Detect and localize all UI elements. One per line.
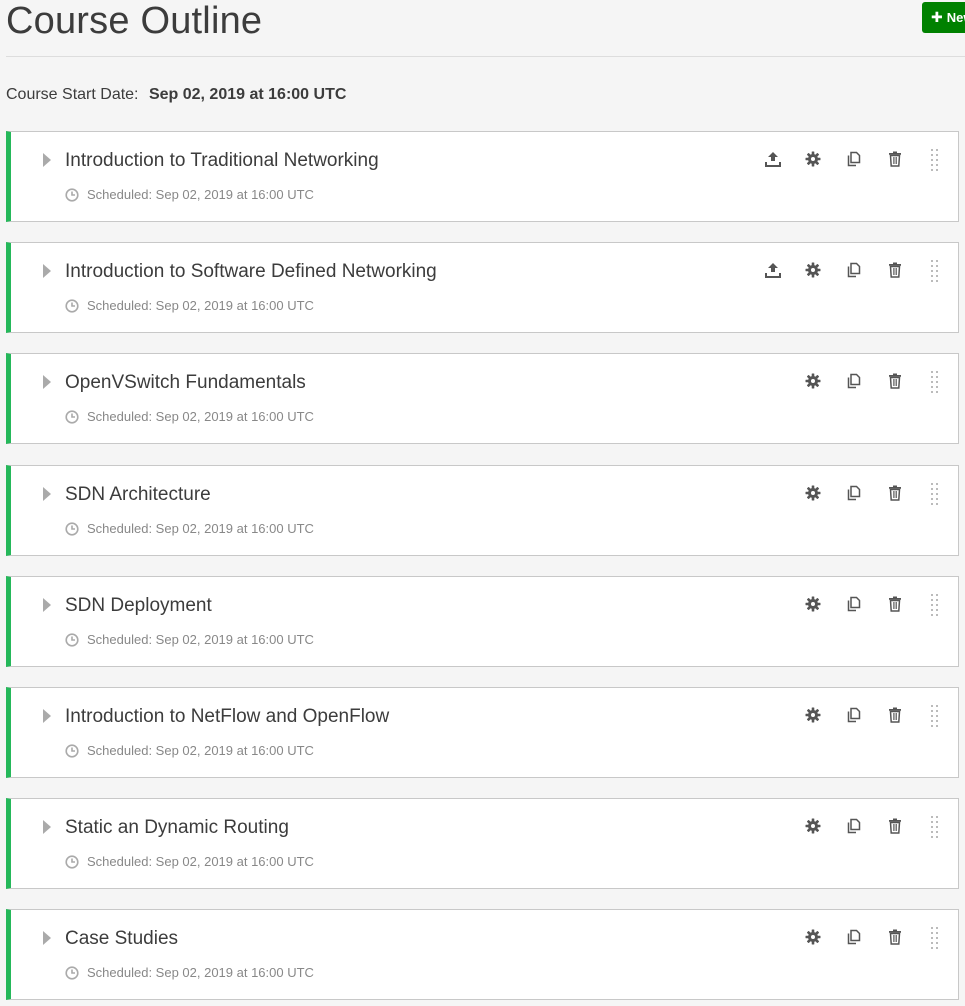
section-schedule: Scheduled: Sep 02, 2019 at 16:00 UTC (65, 742, 314, 760)
gear-icon[interactable] (804, 928, 822, 946)
schedule-text: Scheduled: Sep 02, 2019 at 16:00 UTC (87, 743, 314, 758)
section-actions (5, 815, 958, 839)
copy-icon[interactable] (845, 817, 863, 835)
copy-icon[interactable] (845, 595, 863, 613)
copy-icon[interactable] (845, 484, 863, 502)
section-schedule: Scheduled: Sep 02, 2019 at 16:00 UTC (65, 631, 314, 649)
gear-icon[interactable] (804, 150, 822, 168)
trash-icon[interactable] (886, 706, 904, 724)
trash-icon[interactable] (886, 595, 904, 613)
trash-icon[interactable] (886, 150, 904, 168)
section-schedule: Scheduled: Sep 02, 2019 at 16:00 UTC (65, 408, 314, 426)
section-card: Case Studies Scheduled: Sep 02, 2019 at 1… (6, 909, 959, 1000)
header-divider (6, 56, 965, 57)
section-card: Introduction to Software Defined Network… (6, 242, 959, 333)
start-date-label: Course Start Date: (6, 86, 139, 103)
course-outline-page: Course Outline ✚ New Course Start Date: … (0, 0, 965, 1006)
new-button-label: New (946, 10, 965, 25)
clock-icon (65, 410, 79, 424)
upload-icon[interactable] (764, 261, 782, 279)
section-card: OpenVSwitch Fundamentals Scheduled: Sep 0… (6, 353, 959, 444)
drag-handle-icon[interactable] (930, 704, 940, 728)
copy-icon[interactable] (845, 928, 863, 946)
clock-icon (65, 188, 79, 202)
copy-icon[interactable] (845, 706, 863, 724)
section-schedule: Scheduled: Sep 02, 2019 at 16:00 UTC (65, 186, 314, 204)
section-card: SDN Architecture Scheduled: Sep 02, 2019 … (6, 465, 959, 556)
schedule-text: Scheduled: Sep 02, 2019 at 16:00 UTC (87, 854, 314, 869)
drag-handle-icon[interactable] (930, 148, 940, 172)
clock-icon (65, 522, 79, 536)
gear-icon[interactable] (804, 372, 822, 390)
section-schedule: Scheduled: Sep 02, 2019 at 16:00 UTC (65, 853, 314, 871)
drag-handle-icon[interactable] (930, 926, 940, 950)
clock-icon (65, 855, 79, 869)
schedule-text: Scheduled: Sep 02, 2019 at 16:00 UTC (87, 965, 314, 980)
course-start-date: Course Start Date: Sep 02, 2019 at 16:00… (6, 85, 346, 105)
drag-handle-icon[interactable] (930, 593, 940, 617)
clock-icon (65, 299, 79, 313)
section-card: Static an Dynamic Routing Scheduled: Sep … (6, 798, 959, 889)
section-actions (5, 482, 958, 506)
section-schedule: Scheduled: Sep 02, 2019 at 16:00 UTC (65, 297, 314, 315)
new-section-button[interactable]: ✚ New (922, 2, 965, 33)
schedule-text: Scheduled: Sep 02, 2019 at 16:00 UTC (87, 187, 314, 202)
copy-icon[interactable] (845, 372, 863, 390)
schedule-text: Scheduled: Sep 02, 2019 at 16:00 UTC (87, 632, 314, 647)
trash-icon[interactable] (886, 817, 904, 835)
gear-icon[interactable] (804, 817, 822, 835)
page-title: Course Outline (6, 0, 263, 42)
section-actions (5, 148, 958, 172)
plus-icon: ✚ (931, 9, 943, 25)
gear-icon[interactable] (804, 484, 822, 502)
section-actions (5, 926, 958, 950)
drag-handle-icon[interactable] (930, 482, 940, 506)
gear-icon[interactable] (804, 706, 822, 724)
trash-icon[interactable] (886, 261, 904, 279)
section-card: SDN Deployment Scheduled: Sep 02, 2019 at… (6, 576, 959, 667)
schedule-text: Scheduled: Sep 02, 2019 at 16:00 UTC (87, 521, 314, 536)
schedule-text: Scheduled: Sep 02, 2019 at 16:00 UTC (87, 409, 314, 424)
upload-icon[interactable] (764, 150, 782, 168)
copy-icon[interactable] (845, 150, 863, 168)
drag-handle-icon[interactable] (930, 259, 940, 283)
clock-icon (65, 966, 79, 980)
section-actions (5, 593, 958, 617)
trash-icon[interactable] (886, 484, 904, 502)
drag-handle-icon[interactable] (930, 370, 940, 394)
section-schedule: Scheduled: Sep 02, 2019 at 16:00 UTC (65, 964, 314, 982)
gear-icon[interactable] (804, 595, 822, 613)
clock-icon (65, 744, 79, 758)
copy-icon[interactable] (845, 261, 863, 279)
section-card: Introduction to NetFlow and OpenFlow Sche… (6, 687, 959, 778)
gear-icon[interactable] (804, 261, 822, 279)
clock-icon (65, 633, 79, 647)
trash-icon[interactable] (886, 928, 904, 946)
section-actions (5, 704, 958, 728)
section-card: Introduction to Traditional Networking Sc… (6, 131, 959, 222)
trash-icon[interactable] (886, 372, 904, 390)
section-actions (5, 370, 958, 394)
schedule-text: Scheduled: Sep 02, 2019 at 16:00 UTC (87, 298, 314, 313)
start-date-value: Sep 02, 2019 at 16:00 UTC (148, 86, 347, 103)
drag-handle-icon[interactable] (930, 815, 940, 839)
section-schedule: Scheduled: Sep 02, 2019 at 16:00 UTC (65, 520, 314, 538)
section-actions (5, 259, 958, 283)
